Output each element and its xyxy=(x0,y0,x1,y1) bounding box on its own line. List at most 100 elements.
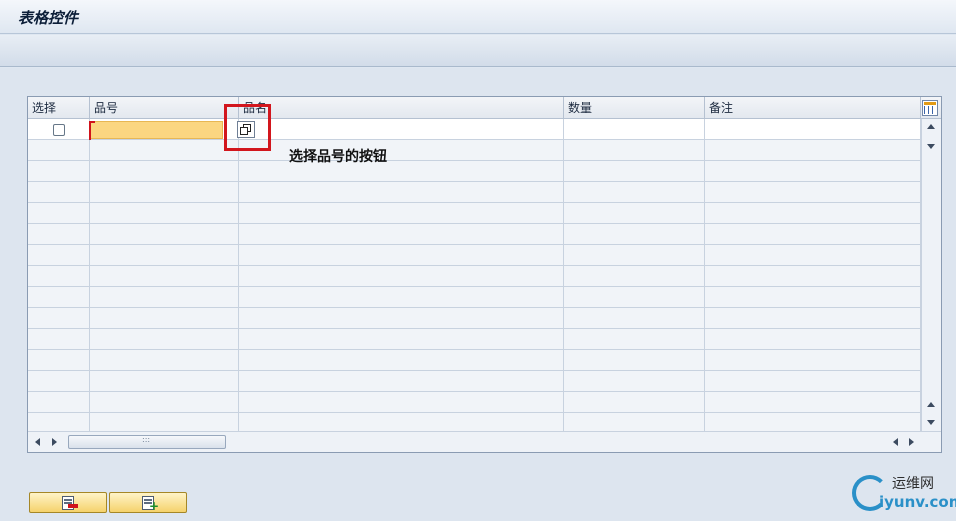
page-title: 表格控件 xyxy=(18,9,79,27)
table-cell xyxy=(705,350,921,371)
column-header-select[interactable]: 选择 xyxy=(28,97,90,119)
table-cell xyxy=(705,203,921,224)
table-row[interactable] xyxy=(28,161,921,182)
table-cell xyxy=(28,392,90,413)
table-cell xyxy=(705,329,921,350)
table-control: 选择 品号 品名 数量 备注 xyxy=(27,96,942,453)
table-cell xyxy=(28,266,90,287)
scroll-page-up-icon[interactable] xyxy=(927,402,935,407)
quantity-input[interactable] xyxy=(564,120,704,139)
table-row[interactable] xyxy=(28,308,921,329)
table-cell xyxy=(705,140,921,161)
horizontal-scroll-thumb[interactable] xyxy=(68,435,226,449)
table-cell xyxy=(705,245,921,266)
icon-line xyxy=(64,502,72,504)
table-cell xyxy=(90,350,239,371)
table-cell xyxy=(28,161,90,182)
icon-line xyxy=(144,499,152,501)
table-cell xyxy=(90,182,239,203)
table-cell xyxy=(28,287,90,308)
table-cell xyxy=(705,308,921,329)
table-cell xyxy=(705,182,921,203)
watermark-cn: 运维网 xyxy=(892,476,934,492)
table-row[interactable] xyxy=(28,329,921,350)
table-cell xyxy=(564,287,705,308)
table-cell xyxy=(239,182,564,203)
table-cell xyxy=(28,350,90,371)
table-cell xyxy=(564,266,705,287)
remark-input[interactable] xyxy=(705,120,920,139)
table-cell xyxy=(564,392,705,413)
table-cell xyxy=(705,371,921,392)
table-cell xyxy=(90,161,239,182)
annotation-highlight-box xyxy=(224,104,271,151)
table-cell xyxy=(564,161,705,182)
table-cell xyxy=(564,182,705,203)
table-cell xyxy=(564,350,705,371)
table-row[interactable] xyxy=(28,266,921,287)
table-cell xyxy=(239,287,564,308)
table-row[interactable] xyxy=(28,371,921,392)
delete-row-button[interactable] xyxy=(29,492,107,513)
table-cell xyxy=(564,329,705,350)
table-row[interactable] xyxy=(28,182,921,203)
icon-line xyxy=(144,502,152,504)
table-cell xyxy=(28,140,90,161)
table-row[interactable] xyxy=(28,119,921,143)
table-row[interactable] xyxy=(28,140,921,161)
product-no-input[interactable] xyxy=(89,121,223,143)
table-cell xyxy=(90,203,239,224)
table-row[interactable] xyxy=(28,287,921,308)
table-cell[interactable] xyxy=(705,119,921,140)
table-row[interactable] xyxy=(28,224,921,245)
table-cell xyxy=(239,308,564,329)
horizontal-scrollbar[interactable] xyxy=(28,431,941,452)
table-settings-icon[interactable] xyxy=(922,100,938,116)
table-cell[interactable] xyxy=(239,119,564,140)
table-cell xyxy=(28,203,90,224)
row-select-checkbox[interactable] xyxy=(53,124,65,136)
vertical-scrollbar[interactable] xyxy=(921,119,941,431)
table-row[interactable] xyxy=(28,245,921,266)
table-row[interactable] xyxy=(28,203,921,224)
table-cell[interactable] xyxy=(564,119,705,140)
scroll-up-icon[interactable] xyxy=(927,124,935,129)
column-header-product-no[interactable]: 品号 xyxy=(90,97,239,119)
table-row[interactable] xyxy=(28,392,921,413)
column-header-remark[interactable]: 备注 xyxy=(705,97,921,119)
watermark-en: iyunv.com xyxy=(879,493,956,511)
table-cell xyxy=(239,329,564,350)
table-cell xyxy=(239,203,564,224)
table-cell xyxy=(90,392,239,413)
table-cell xyxy=(239,266,564,287)
icon-line xyxy=(64,499,72,501)
table-cell xyxy=(28,371,90,392)
table-cell xyxy=(239,371,564,392)
column-header-quantity[interactable]: 数量 xyxy=(564,97,705,119)
table-cell xyxy=(239,140,564,161)
table-cell xyxy=(564,140,705,161)
table-cell xyxy=(90,245,239,266)
scroll-right-icon[interactable] xyxy=(52,438,57,446)
table-cell xyxy=(705,392,921,413)
table-cell xyxy=(564,308,705,329)
table-cell xyxy=(564,371,705,392)
scroll-left-icon[interactable] xyxy=(35,438,40,446)
scroll-down-icon[interactable] xyxy=(927,144,935,149)
table-cell xyxy=(28,224,90,245)
insert-row-button[interactable] xyxy=(109,492,187,513)
scroll-page-down-icon[interactable] xyxy=(927,420,935,425)
table-row[interactable] xyxy=(28,350,921,371)
scroll-end-right-icon[interactable] xyxy=(909,438,914,446)
table-cell xyxy=(90,287,239,308)
column-header-product-name[interactable]: 品名 xyxy=(239,97,564,119)
annotation-text: 选择品号的按钮 xyxy=(289,149,387,165)
table-cell xyxy=(28,182,90,203)
application-toolbar xyxy=(0,35,956,67)
table-cell xyxy=(239,392,564,413)
table-cell xyxy=(90,140,239,161)
table-cell xyxy=(28,329,90,350)
table-cell xyxy=(28,308,90,329)
table-cell xyxy=(564,224,705,245)
scroll-end-left-icon[interactable] xyxy=(893,438,898,446)
